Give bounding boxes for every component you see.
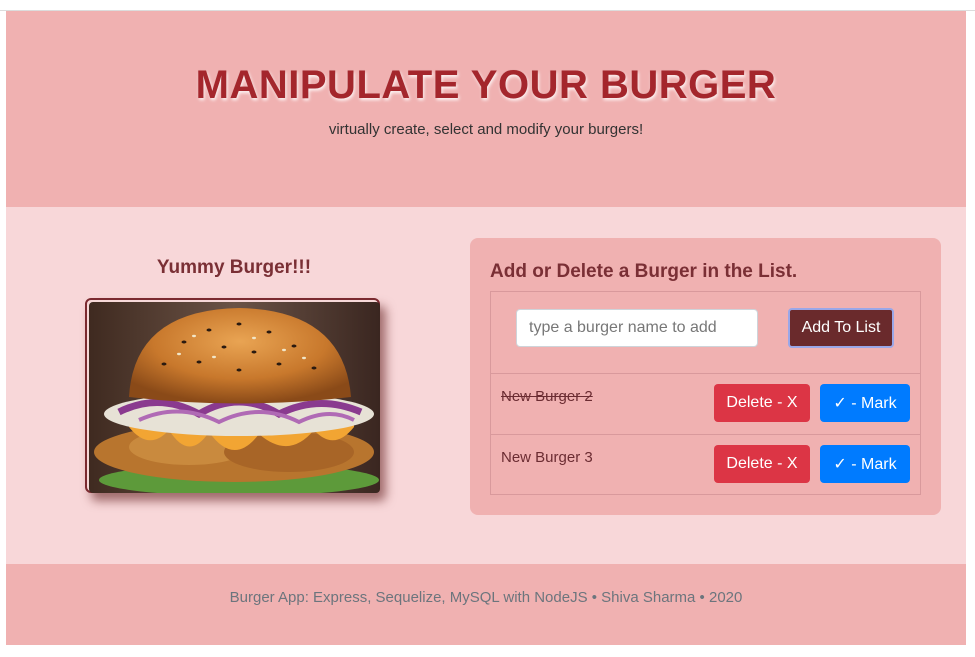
list-item: New Burger 3 Delete - X ✓ - Mark — [491, 435, 920, 494]
page-title: MANIPULATE YOUR BURGER — [195, 63, 777, 107]
list-item: New Burger 2 Delete - X ✓ - Mark — [491, 374, 920, 435]
burger-list-card: Add or Delete a Burger in the List. Add … — [470, 238, 941, 515]
page: MANIPULATE YOUR BURGER virtually create,… — [6, 11, 966, 645]
header-jumbotron: MANIPULATE YOUR BURGER virtually create,… — [6, 11, 966, 207]
burger-image — [85, 298, 380, 493]
burger-name: New Burger 2 — [501, 388, 593, 405]
burger-image-title: Yummy Burger!!! — [156, 257, 312, 278]
footer: Burger App: Express, Sequelize, MySQL wi… — [6, 564, 966, 645]
burger-name: New Burger 3 — [501, 449, 593, 466]
mark-button[interactable]: ✓ - Mark — [820, 384, 910, 422]
add-burger-form: Add To List — [491, 292, 920, 374]
burger-list: Add To List New Burger 2 Delete - X ✓ - … — [490, 291, 921, 495]
footer-text: Burger App: Express, Sequelize, MySQL wi… — [229, 589, 743, 606]
main-section: Yummy Burger!!! Add or Delete a Burger i… — [6, 207, 966, 564]
add-to-list-button[interactable]: Add To List — [788, 308, 894, 348]
burger-name-input[interactable] — [516, 309, 758, 347]
card-title: Add or Delete a Burger in the List. — [490, 261, 798, 282]
page-subtitle: virtually create, select and modify your… — [328, 121, 644, 138]
delete-button[interactable]: Delete - X — [714, 384, 810, 422]
mark-button[interactable]: ✓ - Mark — [820, 445, 910, 483]
delete-button[interactable]: Delete - X — [714, 445, 810, 483]
